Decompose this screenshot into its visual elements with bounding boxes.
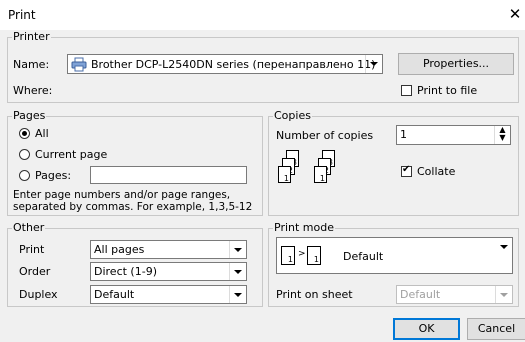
pages-label: Pages: (35, 169, 72, 182)
print-to-file-label: Print to file (417, 84, 478, 97)
print-range-select[interactable]: All pages (90, 240, 247, 259)
current-page-label: Current page (35, 148, 108, 161)
spinner-icon[interactable]: ▲ ▼ (494, 126, 510, 144)
chevron-down-icon[interactable] (229, 286, 246, 303)
duplex-select[interactable]: Default (90, 285, 247, 304)
where-label: Where: (13, 84, 53, 97)
arrow-right-icon: > (298, 249, 306, 259)
chevron-down-icon[interactable] (229, 263, 246, 280)
properties-button[interactable]: Properties... (398, 53, 514, 75)
print-mode-value: Default (343, 250, 384, 263)
current-page-radio[interactable] (19, 149, 30, 160)
cancel-button[interactable]: Cancel (467, 318, 525, 340)
chevron-down-icon[interactable] (495, 286, 512, 303)
print-on-sheet-value: Default (400, 288, 441, 301)
printer-name-select[interactable]: Brother DCP-L2540DN series (перенаправле… (67, 54, 383, 74)
ok-button[interactable]: OK (393, 318, 460, 340)
copies-legend: Copies (274, 109, 311, 122)
collate-checkbox[interactable] (401, 164, 412, 177)
copies-value: 1 (400, 128, 407, 141)
printer-legend: Printer (13, 30, 50, 43)
close-icon[interactable]: ✕ (507, 5, 523, 23)
mode-page: 1 (307, 246, 321, 265)
chevron-down-icon[interactable] (229, 241, 246, 258)
pages-legend: Pages (13, 109, 46, 122)
mode-page: 1 (281, 246, 295, 265)
print-mode-legend: Print mode (274, 221, 334, 234)
pages-radio[interactable] (19, 170, 30, 181)
chevron-down-icon[interactable] (496, 238, 512, 273)
print-to-file-checkbox[interactable] (401, 85, 412, 96)
collate-page: 1 (278, 166, 291, 183)
print-range-value: All pages (94, 243, 145, 256)
print-mode-select[interactable]: 1 > 1 Default (276, 237, 513, 274)
printer-icon (71, 57, 87, 72)
print-on-sheet-label: Print on sheet (276, 288, 353, 301)
number-of-copies-label: Number of copies (276, 129, 374, 142)
order-label: Order (19, 265, 51, 278)
duplex-label: Duplex (19, 288, 58, 301)
collate-page: 1 (314, 166, 327, 183)
pages-hint-line2: separated by commas. For example, 1,3,5-… (13, 201, 253, 213)
copies-spinbox[interactable]: 1 ▲ ▼ (396, 125, 511, 145)
order-value: Direct (1-9) (94, 265, 157, 278)
pages-hint-line1: Enter page numbers and/or page ranges, (13, 189, 231, 201)
print-label: Print (19, 243, 45, 256)
collate-label: Collate (417, 165, 456, 178)
title-bar: Print ✕ (0, 0, 525, 30)
name-label: Name: (13, 58, 50, 71)
chevron-down-icon[interactable] (365, 55, 382, 73)
duplex-value: Default (94, 288, 135, 301)
printer-name-value: Brother DCP-L2540DN series (перенаправле… (91, 58, 376, 71)
window-title: Print (8, 8, 36, 22)
all-radio[interactable] (19, 128, 30, 139)
pages-input[interactable] (90, 166, 247, 184)
print-on-sheet-select[interactable]: Default (396, 285, 513, 304)
other-legend: Other (13, 221, 45, 234)
order-select[interactable]: Direct (1-9) (90, 262, 247, 281)
all-label: All (35, 127, 49, 140)
